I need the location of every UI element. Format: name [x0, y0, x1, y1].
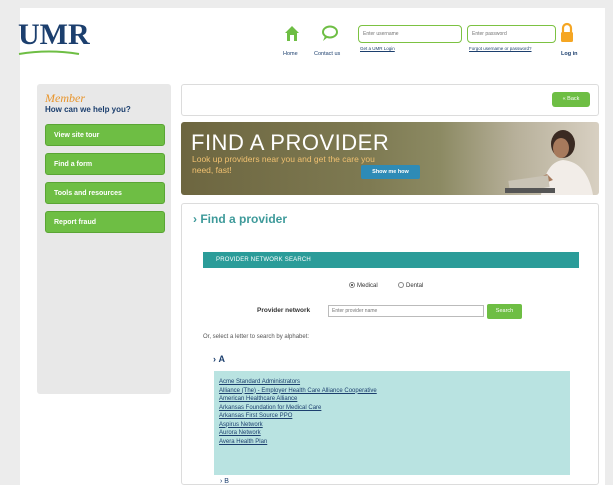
radio-medical-dot-icon[interactable]: [349, 282, 355, 288]
provider-network-label: Provider network: [257, 307, 311, 314]
provider-link[interactable]: Arkansas First Source PPO: [219, 412, 570, 421]
provider-link[interactable]: Aurora Network: [219, 429, 570, 438]
provider-list-a: Acme Standard Administrators Alliance (T…: [214, 371, 570, 475]
get-login-link[interactable]: Get a UMR Login: [360, 46, 395, 51]
radio-dental-dot-icon[interactable]: [398, 282, 404, 288]
provider-link[interactable]: Alliance (The) - Employer Health Care Al…: [219, 387, 570, 396]
top-toolbar: [181, 84, 599, 116]
letter-a-heading[interactable]: › A: [213, 354, 225, 364]
contact-chat-icon[interactable]: [320, 25, 338, 43]
search-button[interactable]: Search: [487, 304, 522, 319]
alphabet-note: Or, select a letter to search by alphabe…: [203, 334, 310, 340]
banner-subtitle: Look up providers near you and get the c…: [192, 154, 375, 175]
lock-icon[interactable]: [560, 22, 574, 44]
sidebar: Member How can we help you? View site to…: [37, 84, 171, 394]
view-site-tour-button[interactable]: View site tour: [45, 124, 165, 146]
letter-b-text: B: [224, 478, 229, 485]
radio-dental-label: Dental: [406, 283, 424, 289]
contact-link[interactable]: Contact us: [314, 51, 340, 57]
username-input[interactable]: [358, 25, 462, 43]
help-heading: How can we help you?: [45, 105, 131, 114]
woman-with-laptop-image: [505, 130, 593, 195]
provider-network-search-header: PROVIDER NETWORK SEARCH: [203, 252, 579, 268]
provider-link[interactable]: Avera Health Plan: [219, 438, 570, 447]
member-label: Member: [45, 91, 85, 105]
page-title: › Find a provider: [193, 212, 288, 226]
find-provider-banner: FIND A PROVIDER Look up providers near y…: [181, 122, 599, 195]
tools-resources-button[interactable]: Tools and resources: [45, 182, 165, 204]
home-icon[interactable]: [284, 25, 300, 43]
radio-dental[interactable]: Dental: [398, 282, 423, 289]
provider-link[interactable]: Acme Standard Administrators: [219, 378, 570, 387]
radio-medical[interactable]: Medical: [349, 282, 378, 289]
provider-link[interactable]: Aspirus Network: [219, 421, 570, 430]
report-fraud-button[interactable]: Report fraud: [45, 211, 165, 233]
provider-link[interactable]: Arkansas Foundation for Medical Care: [219, 404, 570, 413]
page-title-text: Find a provider: [200, 212, 288, 226]
back-button[interactable]: « Back: [552, 92, 590, 107]
provider-network-input[interactable]: [328, 305, 484, 317]
letter-b-heading[interactable]: › B: [220, 478, 229, 485]
letter-a-text: A: [218, 354, 226, 364]
find-form-button[interactable]: Find a form: [45, 153, 165, 175]
forgot-password-link[interactable]: Forgot username or password?: [469, 46, 532, 51]
login-button[interactable]: Log in: [561, 51, 578, 57]
password-input[interactable]: [467, 25, 556, 43]
banner-title: FIND A PROVIDER: [191, 130, 390, 155]
home-link[interactable]: Home: [283, 51, 298, 57]
umr-logo[interactable]: UMR: [18, 18, 90, 52]
provider-link[interactable]: American Healthcare Alliance: [219, 395, 570, 404]
logo-swoosh-icon: [18, 50, 80, 55]
radio-medical-label: Medical: [357, 283, 378, 289]
show-me-how-button[interactable]: Show me how: [361, 165, 420, 179]
